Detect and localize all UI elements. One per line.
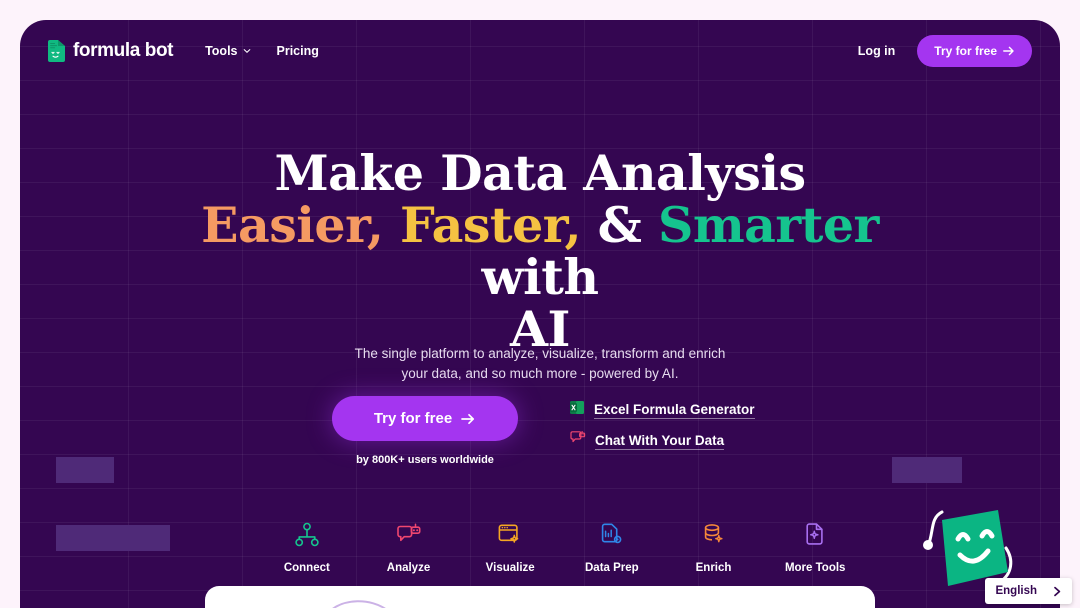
feature-tab-bar: Connect Analyze Visualize Data Prep Enri… bbox=[256, 522, 866, 574]
headline-word-with: with bbox=[481, 247, 599, 306]
tab-enrich-label: Enrich bbox=[695, 562, 732, 574]
tab-analyze[interactable]: Analyze bbox=[358, 522, 460, 574]
top-navigation-bar: formula bot Tools Pricing Log in Try for… bbox=[20, 20, 1060, 82]
link-chat-with-your-data-label: Chat With Your Data bbox=[595, 432, 725, 450]
bottom-content-card bbox=[205, 586, 875, 608]
page-root: { "brand": { "name": "formula bot", "mar… bbox=[0, 0, 1080, 608]
nav-right-actions: Log in Try for free bbox=[858, 35, 1032, 67]
headline-word-faster: Faster, bbox=[399, 195, 582, 254]
try-for-free-hero-label: Try for free bbox=[373, 410, 453, 427]
chat-bot-icon bbox=[570, 430, 586, 451]
headline-line-1: Make Data Analysis bbox=[274, 144, 806, 202]
hero-actions: Try for free by 800K+ users worldwide Ex… bbox=[280, 396, 800, 466]
decorative-swirl-icon bbox=[332, 600, 386, 608]
tab-connect[interactable]: Connect bbox=[256, 522, 358, 574]
nav-item-tools[interactable]: Tools bbox=[205, 44, 250, 58]
tab-more-tools[interactable]: More Tools bbox=[764, 522, 866, 574]
chevron-down-icon bbox=[243, 49, 250, 53]
window-sparkle-icon bbox=[497, 522, 523, 553]
tab-visualize[interactable]: Visualize bbox=[459, 522, 561, 574]
hero-tool-links: Excel Formula Generator Chat With Your D… bbox=[570, 396, 755, 451]
document-sparkle-icon bbox=[802, 522, 828, 553]
try-for-free-button-nav[interactable]: Try for free bbox=[917, 35, 1032, 67]
link-excel-formula-generator[interactable]: Excel Formula Generator bbox=[570, 400, 755, 420]
tab-data-prep[interactable]: Data Prep bbox=[561, 522, 663, 574]
hero-panel: formula bot Tools Pricing Log in Try for… bbox=[20, 20, 1060, 608]
nav-item-tools-label: Tools bbox=[205, 44, 238, 58]
link-chat-with-your-data[interactable]: Chat With Your Data bbox=[570, 430, 755, 451]
tab-enrich[interactable]: Enrich bbox=[663, 522, 765, 574]
tab-data-prep-label: Data Prep bbox=[585, 562, 639, 574]
brand-logo[interactable]: formula bot bbox=[48, 40, 173, 62]
language-selector-label: English bbox=[995, 585, 1037, 597]
nav-item-pricing-label: Pricing bbox=[276, 44, 319, 58]
link-excel-formula-generator-label: Excel Formula Generator bbox=[594, 401, 755, 419]
hero-subtitle: The single platform to analyze, visualiz… bbox=[354, 346, 726, 381]
brand-name: formula bot bbox=[73, 40, 174, 61]
login-link[interactable]: Log in bbox=[858, 44, 896, 58]
headline-ampersand: & bbox=[597, 195, 642, 254]
language-selector[interactable]: English bbox=[985, 578, 1072, 604]
database-sparkle-icon bbox=[701, 522, 727, 553]
arrow-right-icon bbox=[461, 413, 475, 424]
tab-visualize-label: Visualize bbox=[485, 562, 535, 574]
excel-icon bbox=[570, 400, 585, 420]
users-worldwide-note: by 800K+ users worldwide bbox=[356, 454, 494, 466]
chat-bot-icon bbox=[396, 522, 422, 553]
tab-connect-label: Connect bbox=[283, 562, 330, 574]
tab-more-tools-label: More Tools bbox=[784, 562, 846, 574]
headline-word-easier: Easier, bbox=[201, 195, 384, 254]
try-for-free-button-hero[interactable]: Try for free bbox=[331, 396, 519, 441]
node-hierarchy-icon bbox=[294, 522, 320, 553]
hero-cta-column: Try for free by 800K+ users worldwide bbox=[280, 396, 570, 466]
nav-links: Tools Pricing bbox=[205, 44, 319, 58]
nav-item-pricing[interactable]: Pricing bbox=[277, 44, 319, 58]
page-title: Make Data Analysis Easier, Faster, & Sma… bbox=[190, 147, 890, 356]
formula-bot-logo-icon bbox=[48, 40, 65, 62]
try-for-free-nav-label: Try for free bbox=[934, 44, 997, 58]
tab-analyze-label: Analyze bbox=[386, 562, 431, 574]
chevron-right-icon bbox=[1054, 586, 1061, 596]
headline-word-smarter: Smarter bbox=[657, 195, 879, 254]
document-gear-icon bbox=[599, 522, 625, 553]
arrow-right-icon bbox=[1003, 46, 1014, 56]
